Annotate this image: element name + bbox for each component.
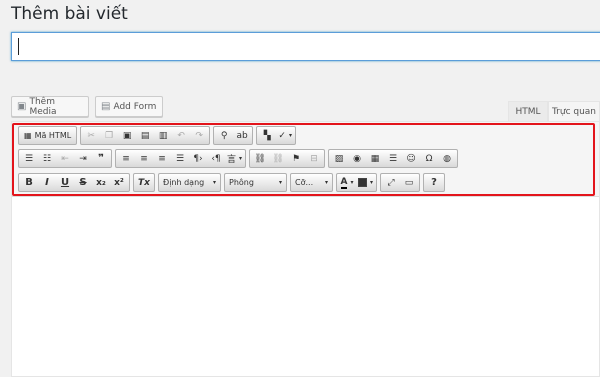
- tab-html[interactable]: HTML: [508, 101, 548, 122]
- align-center-icon[interactable]: ≡: [135, 150, 153, 167]
- strike-button[interactable]: S: [74, 174, 92, 191]
- source-group: ▦ Mã HTML: [18, 126, 78, 145]
- copy-icon[interactable]: ❐: [100, 127, 118, 144]
- numbered-list-icon[interactable]: ☰: [20, 150, 38, 167]
- italic-button[interactable]: I: [38, 174, 56, 191]
- cut-icon[interactable]: ✂: [82, 127, 100, 144]
- view-group: ⤢ ▭: [380, 173, 421, 192]
- remove-format-button[interactable]: Tx: [135, 174, 153, 191]
- media-icon: ▣: [17, 101, 27, 112]
- flash-icon[interactable]: ◉: [348, 150, 366, 167]
- underline-button[interactable]: U: [56, 174, 74, 191]
- help-button[interactable]: ?: [425, 174, 443, 191]
- text-caret: [18, 38, 19, 55]
- bg-color-icon: [358, 178, 367, 187]
- color-group: A ▾ ▾: [336, 173, 378, 192]
- redo-icon[interactable]: ↷: [190, 127, 208, 144]
- language-icon[interactable]: 言 ▾: [225, 150, 244, 167]
- spellcheck-icon[interactable]: ✓ ▾: [276, 127, 294, 144]
- outdent-icon[interactable]: ⇤: [56, 150, 74, 167]
- select-all-icon[interactable]: ▚: [258, 127, 276, 144]
- source-label: Mã HTML: [34, 131, 72, 140]
- paste-icon[interactable]: ▣: [118, 127, 136, 144]
- text-color-label: A: [340, 176, 348, 189]
- indent-icon[interactable]: ⇥: [74, 150, 92, 167]
- clipboard-group: ✂ ❐ ▣ ▤ ▥ ↶ ↷: [80, 126, 211, 145]
- horizontal-line-icon[interactable]: ☰: [384, 150, 402, 167]
- find-group: ⚲ ab: [213, 126, 254, 145]
- iframe-globe-icon[interactable]: ◍: [438, 150, 456, 167]
- paste-word-icon[interactable]: ▥: [154, 127, 172, 144]
- unlink-icon[interactable]: ⛓: [269, 150, 287, 167]
- chevron-down-icon: ▾: [212, 179, 216, 186]
- size-select-label: Cỡ...: [295, 178, 314, 187]
- undo-icon[interactable]: ↶: [172, 127, 190, 144]
- link-icon[interactable]: ⛓: [251, 150, 269, 167]
- toolbar-row-1: ▦ Mã HTML ✂ ❐ ▣ ▤ ▥ ↶ ↷ ⚲ ab ▚ ✓ ▾: [18, 126, 297, 145]
- source-icon: ▦: [24, 131, 32, 140]
- size-select[interactable]: Cỡ... ▾: [290, 173, 333, 192]
- help-group: ?: [423, 173, 446, 192]
- subscript-button[interactable]: x₂: [92, 174, 110, 191]
- table-icon[interactable]: ▦: [366, 150, 384, 167]
- paste-text-icon[interactable]: ▤: [136, 127, 154, 144]
- blockquote-icon[interactable]: ❞: [92, 150, 110, 167]
- font-select[interactable]: Phông ▾: [224, 173, 287, 192]
- text-color-button[interactable]: A ▾: [338, 174, 356, 191]
- align-left-icon[interactable]: ≡: [117, 150, 135, 167]
- font-select-label: Phông: [229, 178, 254, 187]
- page-break-icon[interactable]: ⊟: [305, 150, 323, 167]
- form-icon: ▤: [101, 101, 111, 112]
- show-blocks-icon[interactable]: ▭: [400, 174, 418, 191]
- add-media-button[interactable]: ▣ Thêm Media: [11, 96, 89, 117]
- align-group: ≡ ≡ ≡ ☰ ¶› ‹¶ 言 ▾: [115, 149, 247, 168]
- format-select-label: Định dạng: [163, 178, 205, 187]
- ltr-icon[interactable]: ¶›: [189, 150, 207, 167]
- source-code-button[interactable]: ▦ Mã HTML: [20, 127, 75, 144]
- add-media-label: Thêm Media: [29, 96, 57, 117]
- find-icon[interactable]: ⚲: [215, 127, 233, 144]
- list-group: ☰ ☷ ⇤ ⇥ ❞: [18, 149, 112, 168]
- add-form-label: Add Form: [113, 101, 157, 112]
- remove-format-group: Tx: [133, 173, 155, 192]
- page-title: Thêm bài viết: [11, 4, 128, 24]
- post-title-input[interactable]: [11, 32, 600, 61]
- chevron-down-icon: ▾: [278, 179, 282, 186]
- tab-visual[interactable]: Trực quan: [548, 101, 600, 122]
- image-icon[interactable]: ▨: [330, 150, 348, 167]
- align-justify-icon[interactable]: ☰: [171, 150, 189, 167]
- maximize-icon[interactable]: ⤢: [382, 174, 400, 191]
- bg-color-button[interactable]: ▾: [356, 174, 375, 191]
- superscript-button[interactable]: x²: [110, 174, 128, 191]
- replace-icon[interactable]: ab: [233, 127, 251, 144]
- link-group: ⛓ ⛓ ⚑ ⊟: [249, 149, 326, 168]
- anchor-flag-icon[interactable]: ⚑: [287, 150, 305, 167]
- smiley-icon[interactable]: ☺: [402, 150, 420, 167]
- format-select[interactable]: Định dạng ▾: [158, 173, 221, 192]
- basic-style-group: B I U S x₂ x²: [18, 173, 130, 192]
- insert-group: ▨ ◉ ▦ ☰ ☺ Ω ◍: [328, 149, 459, 168]
- align-right-icon[interactable]: ≡: [153, 150, 171, 167]
- rtl-icon[interactable]: ‹¶: [207, 150, 225, 167]
- add-form-button[interactable]: ▤ Add Form: [95, 96, 163, 117]
- toolbar-row-2: ☰ ☷ ⇤ ⇥ ❞ ≡ ≡ ≡ ☰ ¶› ‹¶ 言 ▾ ⛓ ⛓ ⚑ ⊟ ▨ ◉ ▦…: [18, 149, 459, 168]
- chevron-down-icon: ▾: [324, 179, 328, 186]
- special-char-icon[interactable]: Ω: [420, 150, 438, 167]
- toolbar-row-3: B I U S x₂ x² Tx Định dạng ▾ Phông ▾ Cỡ.…: [18, 173, 446, 192]
- bullet-list-icon[interactable]: ☷: [38, 150, 56, 167]
- bold-button[interactable]: B: [20, 174, 38, 191]
- misc-group: ▚ ✓ ▾: [256, 126, 297, 145]
